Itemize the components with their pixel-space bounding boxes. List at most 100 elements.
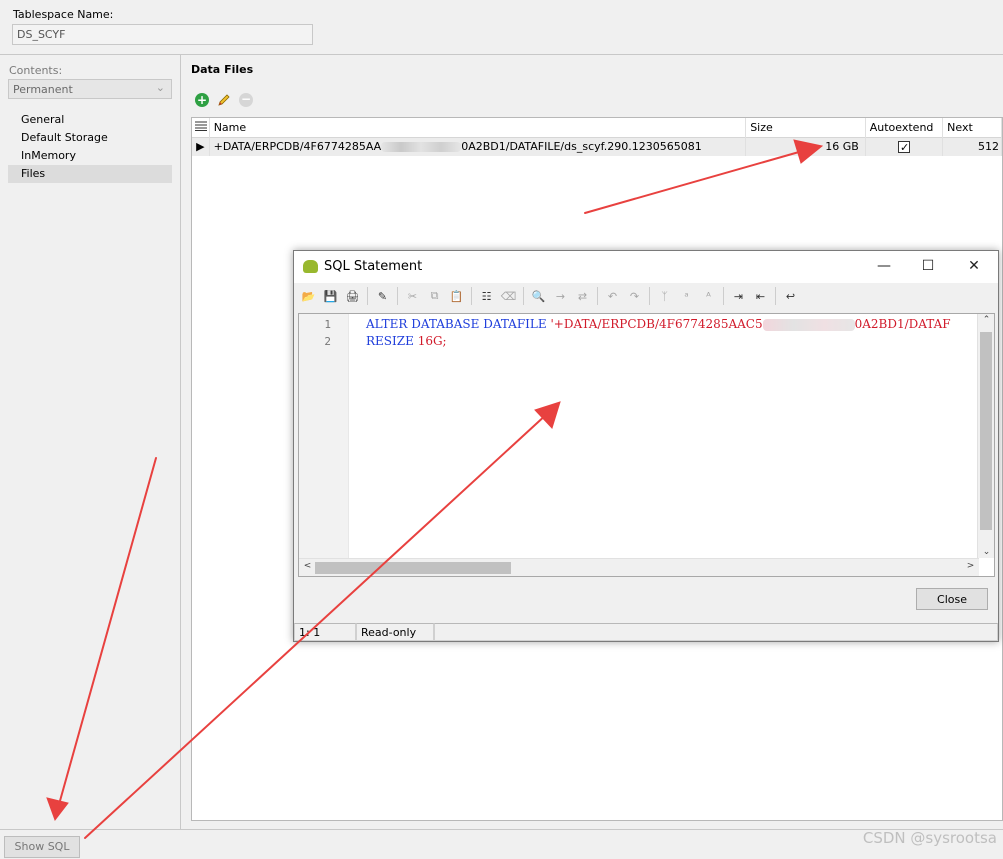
datafile-next-cell[interactable]: 512 — [943, 138, 1002, 156]
contents-select-value: Permanent — [13, 83, 73, 96]
bottom-divider — [0, 829, 1003, 830]
edit-note-icon[interactable]: ✎ — [373, 287, 392, 305]
nav-item-general[interactable]: General — [8, 111, 172, 129]
sql-value: 16G; — [417, 334, 447, 348]
close-window-button[interactable]: ✕ — [956, 255, 992, 277]
line-number: 2 — [324, 335, 331, 348]
remove-file-button[interactable]: − — [238, 92, 254, 108]
datafile-name-cell[interactable]: +DATA/ERPCDB/4F6774285AA 0A2BD1/DATAFILE/… — [210, 138, 747, 156]
column-header-size[interactable]: Size — [746, 118, 866, 138]
watermark: CSDN @sysrootsa — [862, 829, 997, 847]
scrollbar-thumb[interactable] — [980, 332, 992, 530]
nav-item-files[interactable]: Files — [8, 165, 172, 183]
minimize-button[interactable]: — — [866, 255, 902, 277]
line-number: 1 — [324, 318, 331, 331]
horizontal-scrollbar[interactable]: < > — [299, 558, 979, 576]
add-icon: + — [195, 93, 209, 107]
indent-icon[interactable]: ⇥ — [729, 287, 748, 305]
toad-app-icon — [303, 260, 318, 273]
line-number-gutter: 1 2 — [299, 314, 349, 558]
chevron-down-icon: ⌄ — [155, 81, 165, 94]
cut-icon[interactable]: ✂ — [403, 287, 422, 305]
scrollbar-thumb[interactable] — [315, 562, 511, 574]
datafile-name-suffix: 0A2BD1/DATAFILE/ds_scyf.290.1230565081 — [461, 140, 702, 153]
nav-item-inmemory[interactable]: InMemory — [8, 147, 172, 165]
tablespace-name-label: Tablespace Name: — [13, 8, 114, 21]
print-icon[interactable]: 🖨 — [343, 287, 362, 305]
maximize-button[interactable]: ☐ — [910, 255, 946, 277]
table-row[interactable]: ▶ +DATA/ERPCDB/4F6774285AA 0A2BD1/DATAFIL… — [192, 138, 1002, 156]
redo-icon[interactable]: ↷ — [625, 287, 644, 305]
toolbar-separator — [775, 287, 776, 305]
contents-label: Contents: — [9, 64, 63, 77]
scroll-left-icon[interactable]: < — [299, 561, 316, 571]
grid-header: Name Size Autoextend Next — [192, 118, 1002, 138]
lowercase-icon[interactable]: ᵃ — [677, 287, 696, 305]
toolbar-separator — [723, 287, 724, 305]
datafile-name-prefix: +DATA/ERPCDB/4F6774285AA — [213, 140, 382, 153]
word-wrap-icon[interactable]: ↩ — [781, 287, 800, 305]
edit-mode: Read-only — [356, 623, 434, 641]
column-header-next[interactable]: Next — [943, 118, 1002, 138]
section-nav: General Default Storage InMemory Files — [8, 111, 172, 183]
remove-icon: − — [239, 92, 253, 107]
contents-select[interactable]: Permanent ⌄ — [8, 79, 172, 99]
save-icon[interactable]: 💾 — [321, 287, 340, 305]
scroll-down-icon[interactable]: ⌄ — [978, 547, 994, 557]
open-folder-icon[interactable]: 📂 — [299, 287, 318, 305]
replace-icon[interactable]: ⇄ — [573, 287, 592, 305]
close-button[interactable]: Close — [916, 588, 988, 610]
toolbar-separator — [397, 287, 398, 305]
nav-item-default-storage[interactable]: Default Storage — [8, 129, 172, 147]
uppercase-icon[interactable]: ᛉ — [655, 287, 674, 305]
sql-statement-dialog: SQL Statement — ☐ ✕ 📂 💾 🖨 ✎ ✂ ⧉ 📋 ☷ ⌫ 🔍 … — [293, 250, 999, 642]
code-line-2: RESIZE 16G; — [366, 334, 447, 348]
column-menu-icon[interactable] — [192, 118, 210, 138]
arrow-head — [46, 797, 69, 822]
toolbar-separator — [367, 287, 368, 305]
data-files-title: Data Files — [191, 63, 254, 76]
scroll-up-icon[interactable]: ⌃ — [978, 315, 994, 325]
toolbar-separator — [471, 287, 472, 305]
code-line-1: ALTER DATABASE DATAFILE '+DATA/ERPCDB/4F… — [366, 317, 951, 331]
edit-file-button[interactable] — [216, 92, 232, 108]
select-all-icon[interactable]: ☷ — [477, 287, 496, 305]
sql-string-prefix: '+DATA/ERPCDB/4F6774285AAC5 — [550, 317, 763, 331]
find-next-icon[interactable]: → — [551, 287, 570, 305]
dialog-title: SQL Statement — [324, 259, 423, 274]
top-divider — [0, 54, 1003, 55]
datafile-size-cell[interactable]: 16 GB — [746, 138, 866, 156]
undo-icon[interactable]: ↶ — [603, 287, 622, 305]
column-header-autoextend[interactable]: Autoextend — [866, 118, 944, 138]
autoextend-cell[interactable] — [866, 138, 944, 156]
paste-icon[interactable]: 📋 — [447, 287, 466, 305]
redacted-blur — [381, 142, 462, 152]
dialog-toolbar: 📂 💾 🖨 ✎ ✂ ⧉ 📋 ☷ ⌫ 🔍 → ⇄ ↶ ↷ ᛉ ᵃ ᴬ ⇥ ⇤ ↩ — [297, 285, 995, 307]
annotation-arrow — [57, 457, 157, 809]
dialog-titlebar[interactable]: SQL Statement — ☐ ✕ — [294, 251, 998, 283]
column-header-name[interactable]: Name — [210, 118, 747, 138]
row-indicator-icon: ▶ — [192, 138, 210, 156]
autoextend-checkbox[interactable] — [898, 139, 911, 156]
sql-keyword: RESIZE — [366, 334, 414, 348]
outdent-icon[interactable]: ⇤ — [751, 287, 770, 305]
toolbar-separator — [523, 287, 524, 305]
mixedcase-icon[interactable]: ᴬ — [699, 287, 718, 305]
sql-keyword: ALTER DATABASE DATAFILE — [366, 317, 547, 331]
pencil-icon — [218, 94, 230, 106]
panel-divider — [180, 55, 181, 830]
find-icon[interactable]: 🔍 — [529, 287, 548, 305]
clear-icon[interactable]: ⌫ — [499, 287, 518, 305]
copy-icon[interactable]: ⧉ — [425, 287, 444, 305]
vertical-scrollbar[interactable]: ⌃ ⌄ — [977, 314, 994, 558]
toolbar-separator — [649, 287, 650, 305]
status-message — [434, 623, 998, 641]
tablespace-name-input[interactable]: DS_SCYF — [12, 24, 313, 45]
add-file-button[interactable]: + — [194, 92, 210, 108]
sql-editor[interactable]: 1 2 ALTER DATABASE DATAFILE '+DATA/ERPCD… — [298, 313, 995, 577]
show-sql-button[interactable]: Show SQL — [4, 836, 80, 858]
data-files-toolbar: + − — [194, 92, 254, 108]
toolbar-separator — [597, 287, 598, 305]
scroll-right-icon[interactable]: > — [962, 561, 979, 571]
cursor-position: 1: 1 — [294, 623, 356, 641]
